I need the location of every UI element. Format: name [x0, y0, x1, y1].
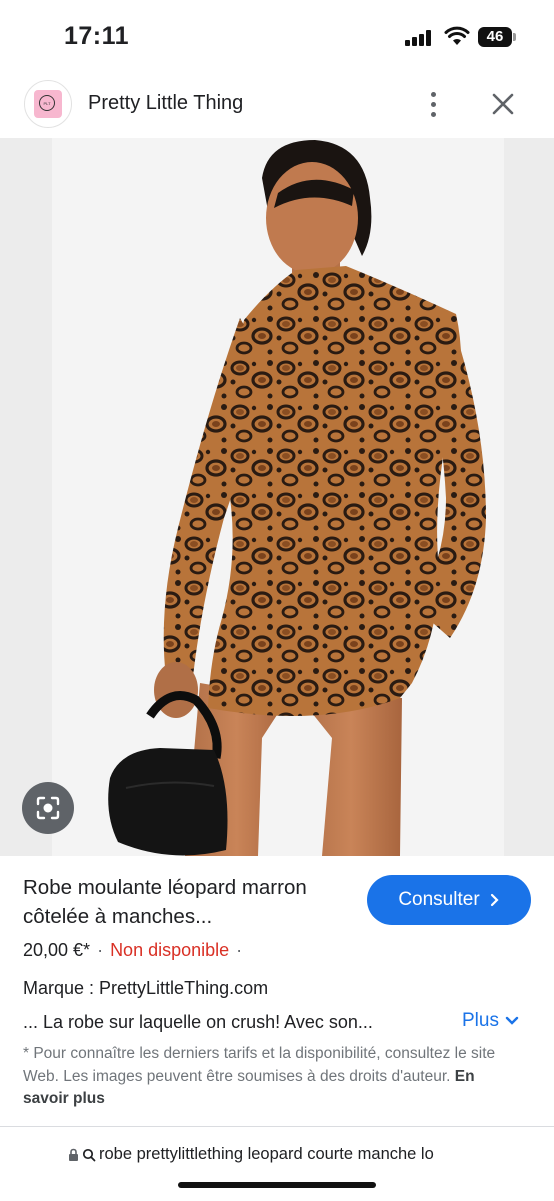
logo-text: PLT	[39, 95, 55, 111]
signal-icon	[405, 30, 433, 46]
disclaimer: * Pour connaître les derniers tarifs et …	[23, 1043, 523, 1111]
site-name[interactable]: Pretty Little Thing	[88, 92, 243, 115]
separator-dot: ·	[97, 940, 104, 960]
product-image-viewer[interactable]	[0, 138, 554, 856]
more-vert-icon[interactable]	[422, 90, 446, 120]
battery-icon: 46	[478, 27, 512, 47]
url-display[interactable]: robe prettylittlething leopard courte ma…	[68, 1145, 468, 1164]
consult-button-label: Consulter	[398, 889, 480, 910]
lock-icon	[69, 1148, 78, 1161]
chevron-right-icon	[490, 893, 499, 907]
more-button[interactable]: Plus	[462, 1010, 519, 1032]
consult-button[interactable]: Consulter	[367, 875, 531, 925]
brand-text: Marque : PrettyLittleThing.com	[23, 978, 269, 998]
status-time: 17:11	[64, 22, 130, 50]
separator-dot: ·	[236, 940, 243, 960]
logo-badge: PLT	[34, 90, 62, 118]
close-icon[interactable]	[487, 88, 519, 120]
result-header: PLT Pretty Little Thing	[0, 72, 554, 138]
status-bar: 17:11 46	[0, 0, 554, 70]
wifi-icon	[444, 26, 470, 45]
battery-tip	[513, 33, 516, 41]
price-row: 20,00 €* · Non disponible ·	[23, 940, 249, 961]
price: 20,00 €*	[23, 940, 91, 960]
chevron-down-icon	[505, 1016, 519, 1025]
url-bar[interactable]: robe prettylittlething leopard courte ma…	[0, 1126, 554, 1201]
disclaimer-text: * Pour connaître les derniers tarifs et …	[23, 1045, 496, 1085]
more-button-label: Plus	[462, 1010, 499, 1031]
availability-status: Non disponible	[110, 940, 230, 960]
product-image	[108, 140, 486, 856]
site-logo[interactable]: PLT	[24, 80, 72, 128]
lens-icon	[36, 796, 60, 820]
product-description: ... La robe sur laquelle on crush! Avec …	[23, 1012, 373, 1032]
search-icon	[82, 1148, 96, 1161]
product-title[interactable]: Robe moulante léopard marron côtelée à m…	[23, 873, 353, 931]
home-indicator[interactable]	[178, 1182, 376, 1188]
lens-button[interactable]	[22, 782, 74, 834]
search-query: robe prettylittlething leopard courte ma…	[99, 1145, 434, 1163]
